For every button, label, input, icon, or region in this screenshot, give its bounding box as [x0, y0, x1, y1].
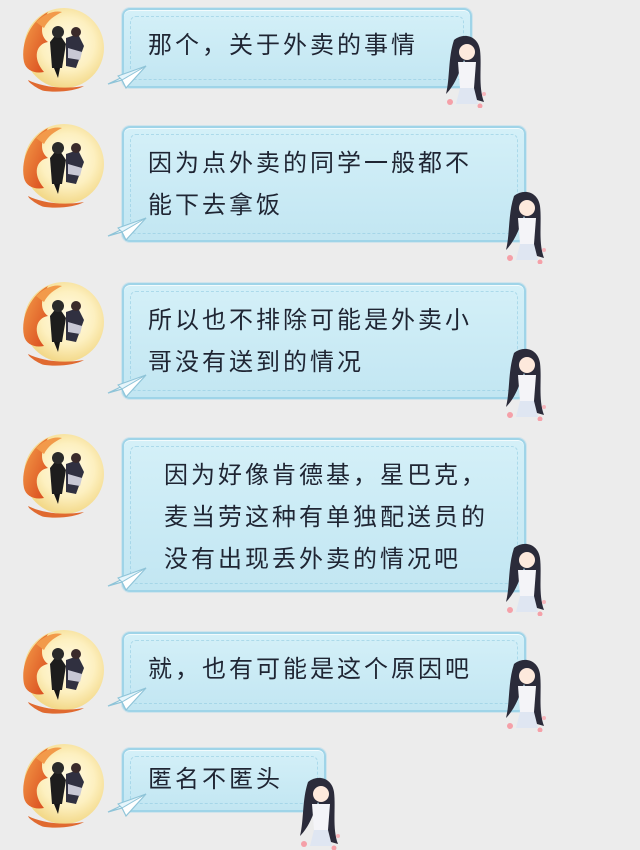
message-text: 所以也不排除可能是外卖小 哥没有送到的情况 — [148, 306, 472, 376]
girl-character-icon — [440, 32, 488, 108]
girl-character-icon — [294, 774, 342, 850]
message-bubble[interactable]: 因为点外卖的同学一般都不 能下去拿饭 — [122, 126, 526, 242]
sender-avatar[interactable] — [14, 276, 106, 368]
sender-avatar[interactable] — [14, 428, 106, 520]
girl-character-icon — [500, 540, 548, 616]
paper-plane-icon — [106, 684, 150, 712]
paper-plane-icon — [106, 371, 150, 399]
message-bubble[interactable]: 匿名不匿头 — [122, 748, 326, 812]
girl-character-icon — [500, 656, 548, 732]
paper-plane-icon — [106, 214, 150, 242]
paper-plane-icon — [106, 62, 150, 90]
message-text: 就，也有可能是这个原因吧 — [148, 655, 472, 683]
sender-avatar[interactable] — [14, 624, 106, 716]
message-bubble[interactable]: 就，也有可能是这个原因吧 — [122, 632, 526, 712]
message-text: 因为好像肯德基，星巴克， 麦当劳这种有单独配送员的 没有出现丢外卖的情况吧 — [164, 461, 488, 573]
sender-avatar[interactable] — [14, 2, 106, 94]
sender-avatar[interactable] — [14, 738, 106, 830]
message-text: 那个，关于外卖的事情 — [148, 31, 418, 59]
message-text: 因为点外卖的同学一般都不 能下去拿饭 — [148, 149, 472, 219]
message-bubble[interactable]: 因为好像肯德基，星巴克， 麦当劳这种有单独配送员的 没有出现丢外卖的情况吧 — [122, 438, 526, 592]
girl-character-icon — [500, 345, 548, 421]
paper-plane-icon — [106, 790, 150, 818]
sender-avatar[interactable] — [14, 118, 106, 210]
message-bubble[interactable]: 那个，关于外卖的事情 — [122, 8, 472, 88]
girl-character-icon — [500, 188, 548, 264]
paper-plane-icon — [106, 564, 150, 592]
message-text: 匿名不匿头 — [148, 765, 283, 793]
message-bubble[interactable]: 所以也不排除可能是外卖小 哥没有送到的情况 — [122, 283, 526, 399]
